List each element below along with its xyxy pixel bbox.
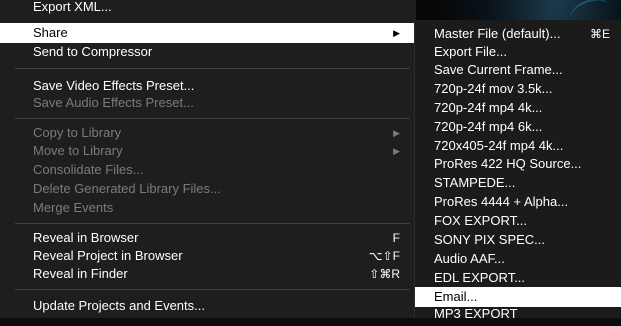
- menu-item-export-xml[interactable]: Export XML...: [0, 0, 416, 17]
- menu-item-label: MP3 EXPORT: [434, 306, 518, 321]
- menu-item-label: Master File (default)...: [434, 26, 561, 41]
- share-item-720p-mov-3-5k[interactable]: 720p-24f mov 3.5k...: [415, 79, 621, 99]
- menu-item-label: Consolidate Files...: [33, 162, 144, 177]
- menu-item-label: ProRes 422 HQ Source...: [434, 156, 582, 171]
- file-menu: Export XML... Share ▶ Send to Compressor…: [0, 0, 416, 318]
- menu-item-label: Reveal in Browser: [33, 230, 139, 245]
- share-item-720x405-mp4-4k[interactable]: 720x405-24f mp4 4k...: [415, 136, 621, 156]
- share-item-prores-422-hq-source[interactable]: ProRes 422 HQ Source...: [415, 154, 621, 174]
- menu-item-label: ProRes 4444 + Alpha...: [434, 194, 569, 209]
- menu-item-copy-to-library[interactable]: Copy to Library ▶: [0, 123, 416, 143]
- menu-item-label: EDL EXPORT...: [434, 270, 526, 285]
- menu-item-reveal-in-finder[interactable]: Reveal in Finder ⇧⌘R: [0, 264, 416, 284]
- share-item-export-file[interactable]: Export File...: [415, 42, 621, 62]
- menu-item-update-projects-and-events[interactable]: Update Projects and Events...: [0, 296, 416, 316]
- menu-item-label: Send to Compressor: [33, 44, 153, 59]
- share-item-720p-mp4-4k[interactable]: 720p-24f mp4 4k...: [415, 98, 621, 118]
- menu-item-label: 720p-24f mp4 4k...: [434, 100, 543, 115]
- menu-item-label: 720p-24f mp4 6k...: [434, 119, 543, 134]
- menu-item-label: Export XML...: [33, 0, 112, 14]
- keyboard-shortcut: F: [392, 231, 400, 245]
- menu-item-label: Audio AAF...: [434, 251, 505, 266]
- menu-separator: [15, 68, 410, 69]
- menu-item-share[interactable]: Share ▶: [0, 23, 416, 43]
- menu-separator: [15, 118, 410, 119]
- menu-item-delete-generated-library-files[interactable]: Delete Generated Library Files...: [0, 179, 416, 199]
- menu-item-label: Update Projects and Events...: [33, 298, 205, 313]
- keyboard-shortcut: ⌘E: [589, 27, 610, 41]
- share-item-sony-pix-spec[interactable]: SONY PIX SPEC...: [415, 230, 621, 250]
- share-item-prores-4444-alpha[interactable]: ProRes 4444 + Alpha...: [415, 192, 621, 212]
- menu-item-send-to-compressor[interactable]: Send to Compressor: [0, 42, 416, 62]
- menu-item-label: Save Current Frame...: [434, 62, 563, 77]
- menu-item-label: FOX EXPORT...: [434, 213, 527, 228]
- share-item-master-file[interactable]: Master File (default)... ⌘E: [415, 24, 621, 44]
- keyboard-shortcut: ⌥⇧F: [368, 249, 400, 263]
- menu-item-label: Export File...: [434, 44, 507, 59]
- menu-item-label: Copy to Library: [33, 125, 122, 140]
- menu-item-label: Save Video Effects Preset...: [33, 78, 195, 93]
- menu-item-consolidate-files[interactable]: Consolidate Files...: [0, 160, 416, 180]
- share-item-mp3-export[interactable]: MP3 EXPORT: [415, 306, 621, 326]
- menu-item-move-to-library[interactable]: Move to Library ▶: [0, 141, 416, 161]
- menu-item-label: Reveal Project in Browser: [33, 248, 183, 263]
- menu-item-label: 720x405-24f mp4 4k...: [434, 138, 564, 153]
- share-submenu: Master File (default)... ⌘E Export File.…: [414, 20, 621, 321]
- submenu-arrow-icon: ▶: [393, 146, 400, 156]
- share-item-fox-export[interactable]: FOX EXPORT...: [415, 211, 621, 231]
- menu-separator: [15, 223, 410, 224]
- share-item-email[interactable]: Email...: [415, 287, 621, 307]
- menu-item-label: STAMPEDE...: [434, 175, 516, 190]
- menu-item-merge-events[interactable]: Merge Events: [0, 198, 416, 218]
- menu-item-label: 720p-24f mov 3.5k...: [434, 81, 553, 96]
- share-item-stampede[interactable]: STAMPEDE...: [415, 173, 621, 193]
- keyboard-shortcut: ⇧⌘R: [369, 267, 400, 281]
- menu-item-label: Delete Generated Library Files...: [33, 181, 221, 196]
- menu-item-reveal-in-browser[interactable]: Reveal in Browser F: [0, 228, 416, 248]
- menu-item-reveal-project-in-browser[interactable]: Reveal Project in Browser ⌥⇧F: [0, 246, 416, 266]
- menu-item-label: SONY PIX SPEC...: [434, 232, 546, 247]
- menu-item-label: Save Audio Effects Preset...: [33, 95, 194, 110]
- submenu-arrow-icon: ▶: [393, 28, 400, 38]
- menu-separator: [15, 289, 410, 290]
- menu-item-label: Move to Library: [33, 143, 123, 158]
- menu-item-label: Reveal in Finder: [33, 266, 128, 281]
- submenu-arrow-icon: ▶: [393, 128, 400, 138]
- menu-item-label: Merge Events: [33, 200, 114, 215]
- share-item-audio-aaf[interactable]: Audio AAF...: [415, 249, 621, 269]
- menu-item-label: Email...: [434, 289, 478, 304]
- share-item-edl-export[interactable]: EDL EXPORT...: [415, 268, 621, 288]
- menu-item-save-audio-effects-preset[interactable]: Save Audio Effects Preset...: [0, 93, 416, 113]
- share-item-save-current-frame[interactable]: Save Current Frame...: [415, 60, 621, 80]
- menu-item-label: Share: [33, 25, 68, 40]
- share-item-720p-mp4-6k[interactable]: 720p-24f mp4 6k...: [415, 117, 621, 137]
